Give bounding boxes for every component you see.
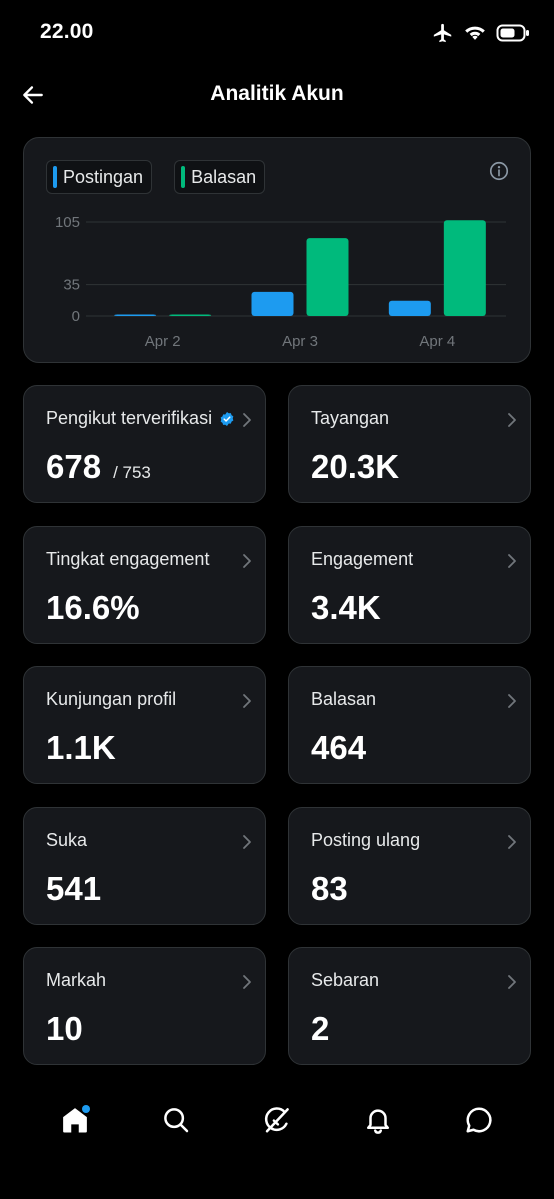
top-app-bar: Analitik Akun — [0, 70, 554, 120]
stat-card-likes[interactable]: Suka 541 — [23, 807, 266, 925]
stat-card-engagement-rate[interactable]: Tingkat engagement 16.6% — [23, 526, 266, 644]
legend-toggle-balasan[interactable]: Balasan — [174, 160, 266, 194]
status-icons — [432, 22, 530, 44]
stat-card-reposts[interactable]: Posting ulang 83 — [288, 807, 531, 925]
info-icon[interactable] — [488, 160, 510, 182]
stat-label-reposts: Posting ulang — [311, 830, 421, 850]
chevron-right-icon — [508, 413, 516, 427]
chevron-right-icon — [243, 413, 251, 427]
chevron-right-icon — [508, 835, 516, 849]
stat-card-verified-followers[interactable]: Pengikut terverifikasi 678 / 753 — [23, 385, 266, 503]
bar-balasan-1 — [306, 238, 349, 316]
stat-card-bookmarks[interactable]: Markah 10 — [23, 947, 266, 1065]
bar-balasan-0 — [169, 314, 212, 316]
y-tick-label: 0 — [72, 308, 80, 325]
stat-label-engagement-rate: Tingkat engagement — [46, 549, 210, 569]
nav-messages[interactable] — [456, 1097, 502, 1143]
x-tick-label: Apr 4 — [419, 333, 455, 350]
nav-notifications[interactable] — [355, 1097, 401, 1143]
stat-value-row: 678 / 753 — [46, 448, 151, 486]
page-title: Analitik Akun — [210, 82, 344, 105]
stat-label-impressions: Tayangan — [311, 408, 390, 428]
bar-postingan-2 — [388, 300, 431, 316]
legend-swatch-balasan — [181, 166, 186, 188]
stat-label-verified-followers: Pengikut terverifikasi — [46, 408, 213, 428]
legend-swatch-postingan — [53, 166, 57, 188]
status-bar: 22.00 — [0, 0, 554, 66]
status-time: 22.00 — [40, 20, 94, 43]
stat-value-impressions: 20.3K — [311, 448, 400, 485]
stat-card-shares[interactable]: Sebaran 2 — [288, 947, 531, 1065]
bar-balasan-2 — [443, 220, 486, 316]
chevron-right-icon — [508, 554, 516, 568]
notifications-icon — [367, 1109, 390, 1134]
chevron-right-icon — [508, 975, 516, 989]
x-tick-label: Apr 3 — [282, 333, 318, 350]
stat-value-reposts: 83 — [311, 870, 348, 907]
stat-value-replies: 464 — [311, 729, 367, 766]
bar-postingan-0 — [114, 314, 157, 316]
legend-label-balasan: Balasan — [191, 166, 257, 187]
stat-label-profile-visits: Kunjungan profil — [46, 689, 177, 709]
bar-chart: 105 35 0 Apr 2 Apr 3 Apr 4 — [55, 214, 506, 350]
stat-value-shares: 2 — [311, 1010, 330, 1047]
stat-label-shares: Sebaran — [311, 970, 380, 990]
stat-value-profile-visits: 1.1K — [46, 729, 116, 766]
nav-home[interactable] — [52, 1097, 98, 1143]
chevron-right-icon — [243, 975, 251, 989]
messages-icon — [466, 1107, 492, 1133]
bottom-navigation — [0, 1090, 554, 1150]
stat-label-bookmarks: Markah — [46, 970, 107, 990]
stat-value-verified-followers: 678 — [46, 448, 102, 485]
nav-grok[interactable] — [254, 1097, 300, 1143]
stat-value-bookmarks: 10 — [46, 1010, 83, 1047]
nav-search[interactable] — [153, 1097, 199, 1143]
y-tick-label: 35 — [63, 277, 80, 294]
chevron-right-icon — [243, 835, 251, 849]
stat-label-engagements: Engagement — [311, 549, 414, 569]
stat-value-engagement-rate: 16.6% — [46, 589, 140, 626]
legend-toggle-postingan[interactable]: Postingan — [46, 160, 153, 194]
stat-card-engagements[interactable]: Engagement 3.4K — [288, 526, 531, 644]
stat-card-replies[interactable]: Balasan 464 — [288, 666, 531, 784]
notification-dot — [81, 1105, 90, 1113]
stat-label-replies: Balasan — [311, 689, 377, 709]
bar-postingan-1 — [251, 291, 294, 316]
chart-legend: Postingan Balasan — [46, 160, 266, 194]
legend-label-postingan: Postingan — [63, 166, 144, 187]
analytics-screen: 22.00 Analitik Akun Postingan Balasan 10… — [0, 0, 554, 1199]
verified-badge-icon — [220, 412, 234, 426]
airplane-icon — [433, 23, 452, 43]
activity-chart-card: Postingan Balasan 105 35 0 Apr 2 Apr 3 Apr 4 — [23, 137, 531, 363]
x-tick-label: Apr 2 — [145, 333, 181, 350]
chevron-right-icon — [243, 694, 251, 708]
stat-value-likes: 541 — [46, 870, 102, 907]
stat-total-followers: / 753 — [113, 463, 151, 482]
stat-card-profile-visits[interactable]: Kunjungan profil 1.1K — [23, 666, 266, 784]
stat-label-likes: Suka — [46, 830, 88, 850]
stat-card-impressions[interactable]: Tayangan 20.3K — [288, 385, 531, 503]
battery-icon — [496, 24, 529, 42]
y-tick-label: 105 — [55, 214, 80, 231]
chevron-right-icon — [243, 554, 251, 568]
chevron-right-icon — [508, 694, 516, 708]
search-icon — [163, 1108, 189, 1133]
wifi-icon — [465, 26, 485, 40]
grok-icon — [264, 1107, 289, 1133]
stat-value-engagements: 3.4K — [311, 589, 381, 626]
